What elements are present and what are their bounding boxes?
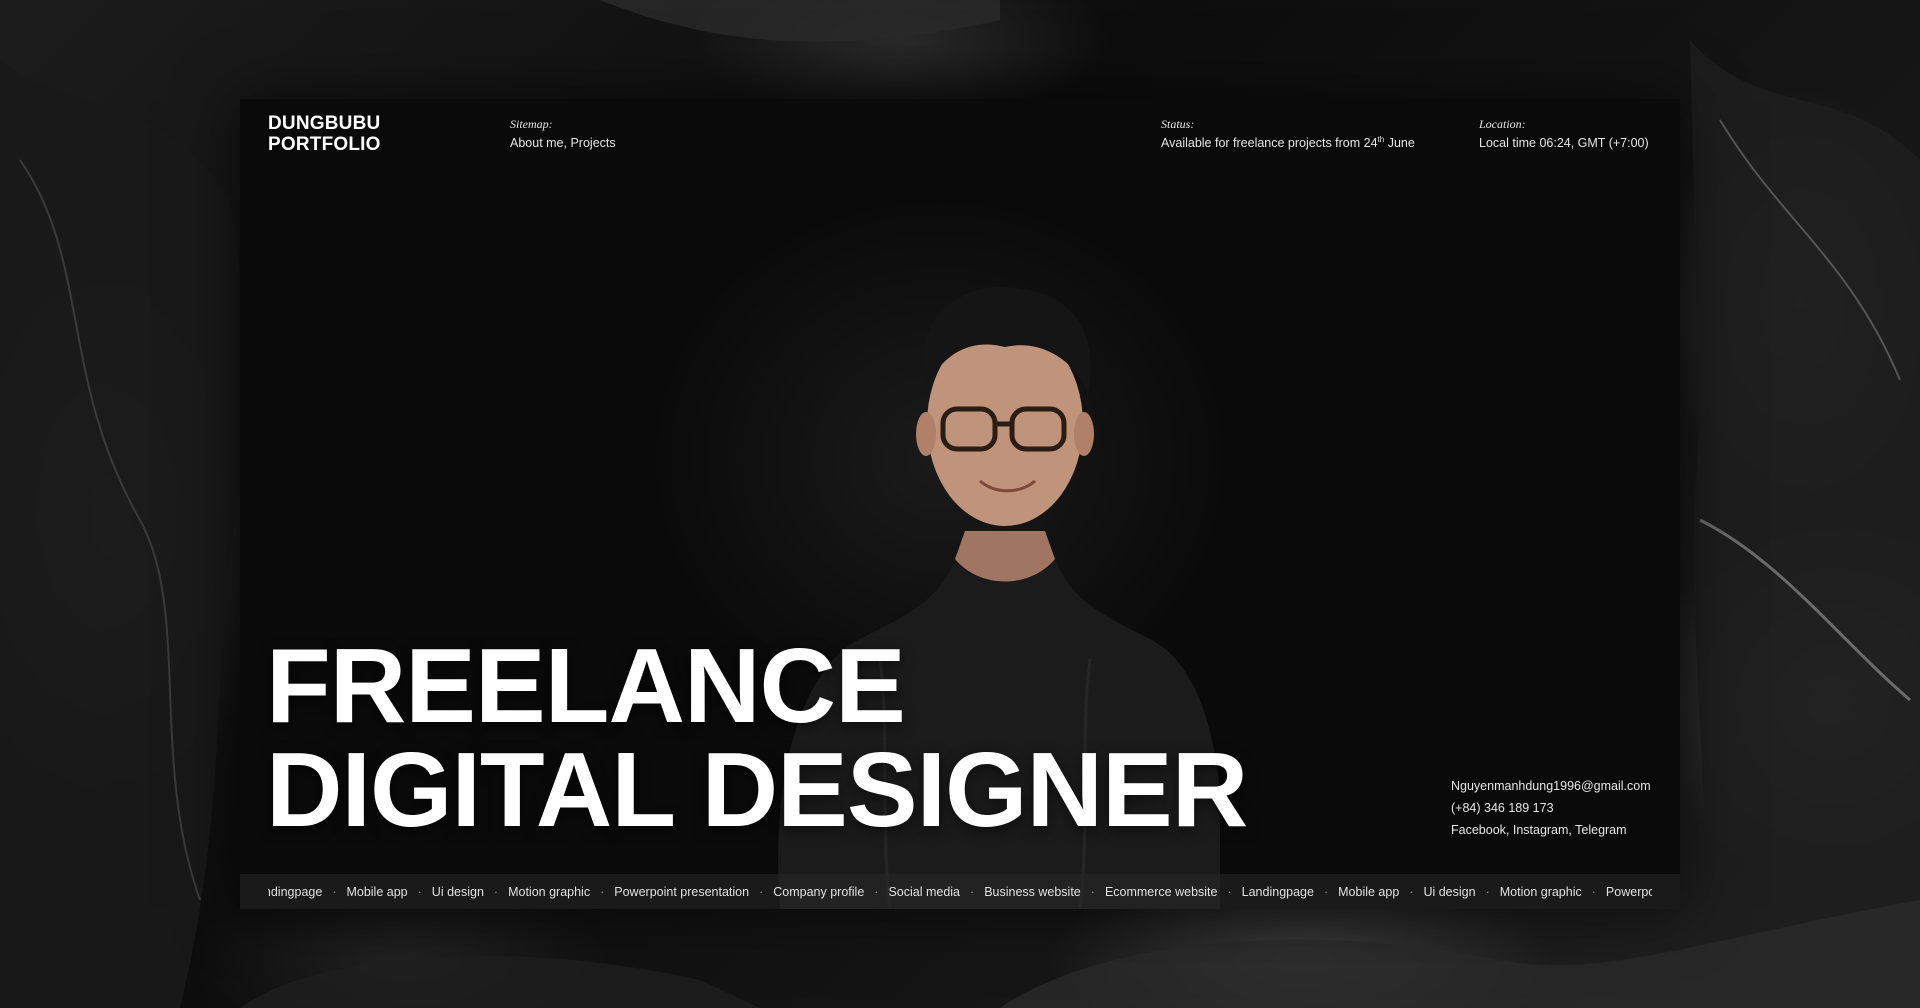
ticker-item[interactable]: Motion graphic [1500, 885, 1582, 899]
ticker-item[interactable]: Motion graphic [508, 885, 590, 899]
contact-email-link[interactable]: Nguyenmanhdung1996@gmail.com [1451, 775, 1651, 797]
ticker-separator: · [417, 884, 422, 899]
site-logo[interactable]: DUNGBUBU PORTFOLIO [268, 113, 381, 155]
status-text: Available for freelance projects from 24… [1161, 134, 1415, 153]
ticker-separator: · [1409, 884, 1414, 899]
hero-headline: FREELANCE DIGITAL DESIGNER [266, 627, 1248, 849]
ticker-item[interactable]: Ecommerce website [1105, 885, 1218, 899]
ticker-separator: · [1323, 884, 1329, 899]
ticker-separator: · [493, 884, 499, 899]
ticker-separator: · [874, 884, 879, 899]
ticker-item[interactable]: Mobile app [346, 885, 407, 899]
ticker-item[interactable]: Landingpage [268, 885, 322, 899]
location-label: Location: [1479, 117, 1526, 131]
ticker-separator: · [1227, 884, 1232, 899]
ticker-item[interactable]: Social media [888, 885, 960, 899]
ticker-item[interactable]: Business website [984, 885, 1081, 899]
ticker-separator: · [1090, 884, 1095, 899]
ticker-item[interactable]: Ui design [1423, 885, 1475, 899]
headline-line-2: DIGITAL DESIGNER [266, 731, 1248, 849]
ticker-separator: · [600, 884, 605, 899]
ticker-separator: · [332, 884, 337, 899]
location-block: Location: Local time 06:24, GMT (+7:00) [1479, 115, 1649, 153]
services-ticker: Landingpage · Mobile app · Ui design · Motion … [240, 874, 1680, 909]
ticker-item[interactable]: Landingpage [1242, 885, 1314, 899]
status-text-month: June [1384, 136, 1415, 150]
logo-line-1: DUNGBUBU [268, 113, 381, 134]
status-label: Status: [1161, 117, 1195, 131]
local-time: Local time 06:24, GMT (+7:00) [1479, 136, 1649, 150]
sitemap-block: Sitemap: About me, Projects [510, 115, 616, 153]
ticker-separator: · [1591, 884, 1596, 899]
ticker-separator: · [1485, 884, 1490, 899]
logo-line-2: PORTFOLIO [268, 134, 381, 155]
ticker-item[interactable]: Company profile [773, 885, 864, 899]
nav-link-about[interactable]: About me [510, 136, 564, 150]
ticker-item[interactable]: Ui design [432, 885, 484, 899]
ticker-item[interactable]: Mobile app [1338, 885, 1399, 899]
hero-panel: DUNGBUBU PORTFOLIO Sitemap: About me, Pr… [240, 99, 1680, 909]
sitemap-label: Sitemap: [510, 117, 553, 131]
contact-block: Nguyenmanhdung1996@gmail.com (+84) 346 1… [1451, 775, 1651, 841]
ticker-separator: · [759, 884, 764, 899]
social-links[interactable]: Facebook, Instagram, Telegram [1451, 819, 1651, 841]
status-block: Status: Available for freelance projects… [1161, 115, 1415, 153]
status-text-main: Available for freelance projects from 24 [1161, 136, 1378, 150]
contact-phone-link[interactable]: (+84) 346 189 173 [1451, 797, 1651, 819]
ticker-items: Landingpage · Mobile app · Ui design · Motion … [268, 874, 1652, 909]
ticker-item[interactable]: Powerpoint presentation [1606, 885, 1652, 899]
ticker-separator: · [970, 884, 975, 899]
ticker-track: Landingpage · Mobile app · Ui design · Motion … [268, 874, 1652, 909]
headline-line-1: FREELANCE [266, 627, 906, 745]
nav-link-projects[interactable]: Projects [570, 136, 615, 150]
sitemap-links: About me, Projects [510, 134, 616, 153]
ticker-item[interactable]: Powerpoint presentation [614, 885, 749, 899]
